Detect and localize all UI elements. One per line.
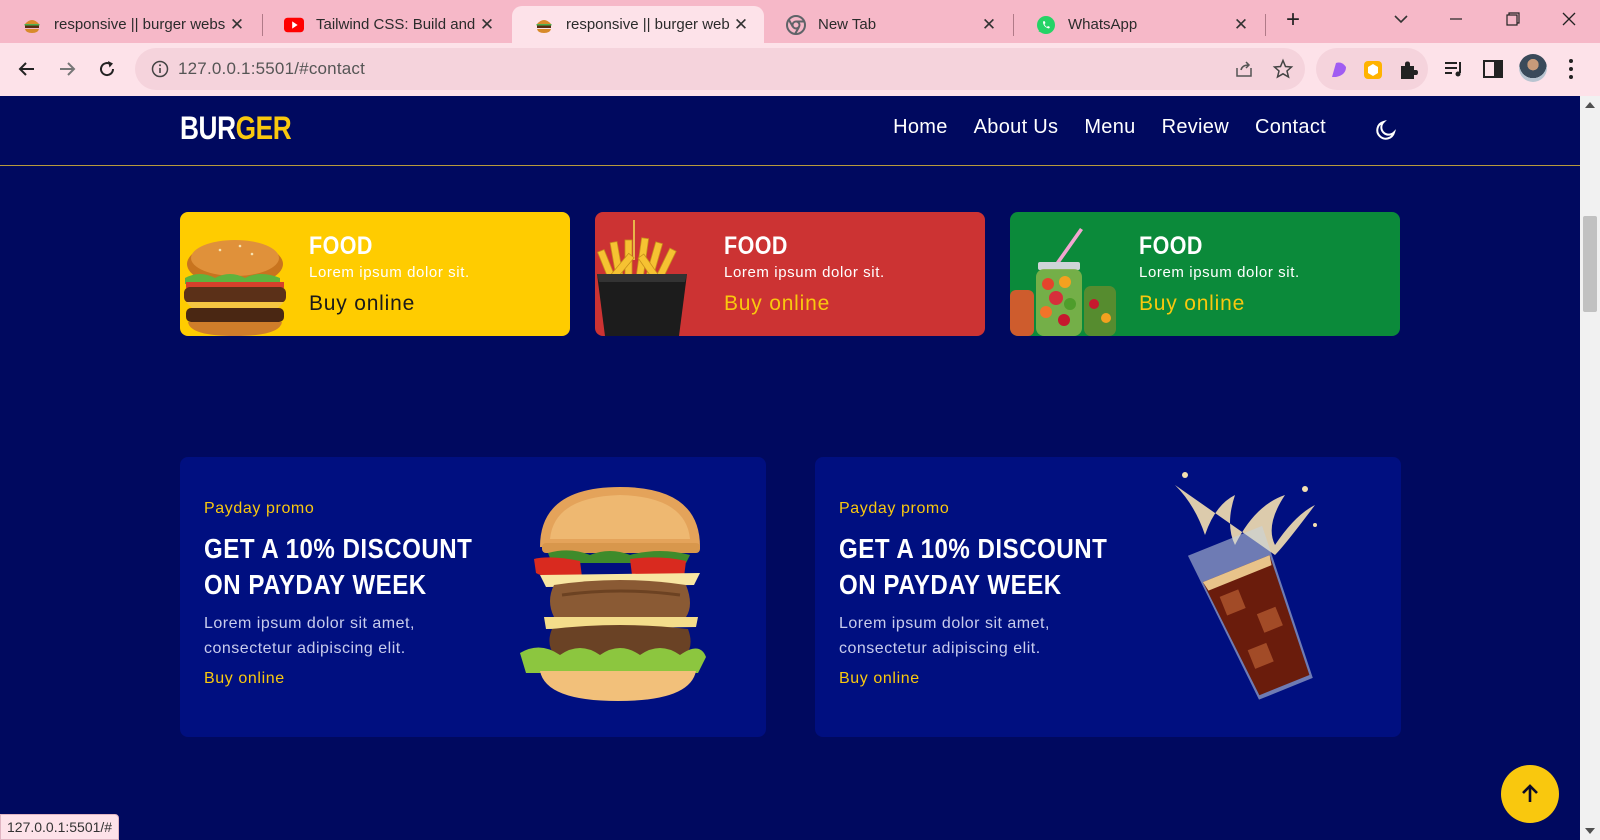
scroll-up-arrow-icon[interactable] [1585,102,1595,108]
cola-glass-image [1165,465,1335,710]
food-card-fries: FOOD Lorem ipsum dolor sit. Buy online [595,212,985,336]
close-icon[interactable]: ✕ [226,15,248,35]
site-info-icon[interactable] [151,60,169,83]
purple-extension-icon[interactable] [1328,59,1350,81]
buy-online-link[interactable]: Buy online [724,292,830,316]
tab-search-chevron-icon[interactable] [1390,8,1412,30]
browser-tab-4[interactable]: New Tab ✕ [764,6,1012,43]
youtube-icon [284,15,304,35]
minimize-button[interactable] [1433,4,1479,34]
food-card-subtitle: Lorem ipsum dolor sit. [309,264,470,281]
browser-tab-5[interactable]: WhatsApp ✕ [1014,6,1264,43]
address-bar[interactable]: 127.0.0.1:5501/#contact [135,48,1305,90]
orange-extension-icon[interactable] [1362,59,1384,81]
food-card-title: FOOD [724,232,788,260]
kebab-menu-icon[interactable] [1566,56,1576,82]
promo-eyebrow: Payday promo [204,500,315,517]
site-logo[interactable]: BURGER [180,110,292,147]
fruit-jars-image [1010,212,1125,336]
forward-arrow-icon[interactable] [53,55,81,83]
food-card-subtitle: Lorem ipsum dolor sit. [724,264,885,281]
stacked-burger-image [510,477,710,712]
fries-image [595,212,710,336]
whatsapp-icon [1036,15,1056,35]
close-icon[interactable]: ✕ [978,15,1000,35]
tab-title: New Tab [818,16,877,33]
restore-button[interactable] [1490,4,1536,34]
browser-tab-3-active[interactable]: responsive || burger webs ✕ [512,6,764,43]
scroll-to-top-button[interactable] [1501,765,1559,823]
nav-home[interactable]: Home [893,116,948,139]
chrome-icon [786,14,806,35]
back-arrow-icon[interactable] [13,55,41,83]
main-nav: Home About Us Menu Review Contact [893,116,1326,139]
browser-tab-strip: responsive || burger webs ✕ Tailwind CSS… [0,0,1600,43]
food-card-burger: FOOD Lorem ipsum dolor sit. Buy online [180,212,570,336]
promo-card-burger: Payday promo GET A 10% DISCOUNT ON PAYDA… [180,457,766,737]
buy-online-link[interactable]: Buy online [204,670,285,688]
buy-online-link[interactable]: Buy online [1139,292,1245,316]
new-tab-button[interactable]: + [1278,6,1308,36]
nav-review[interactable]: Review [1162,116,1229,139]
close-icon[interactable]: ✕ [476,15,498,35]
share-icon[interactable] [1233,58,1255,80]
browser-tab-1[interactable]: responsive || burger webs ✕ [0,6,260,43]
tab-divider [1265,14,1266,36]
food-card-title: FOOD [309,232,373,260]
webpage-viewport: BURGER Home About Us Menu Review Contact [0,96,1580,840]
url-text: 127.0.0.1:5501/#contact [178,59,366,78]
tab-title: responsive || burger webs [566,16,730,33]
food-card-fruit-jars: FOOD Lorem ipsum dolor sit. Buy online [1010,212,1400,336]
nav-about-us[interactable]: About Us [974,116,1059,139]
scroll-thumb[interactable] [1583,216,1597,312]
site-header: BURGER Home About Us Menu Review Contact [0,96,1580,166]
page-scrollbar[interactable] [1580,96,1600,840]
arrow-up-icon [1522,784,1538,802]
tab-title: WhatsApp [1068,16,1138,33]
nav-contact[interactable]: Contact [1255,116,1326,139]
close-icon[interactable]: ✕ [730,15,752,35]
food-card-subtitle: Lorem ipsum dolor sit. [1139,264,1300,281]
close-window-button[interactable] [1546,4,1592,34]
browser-tab-2[interactable]: Tailwind CSS: Build and De ✕ [262,6,510,43]
media-playlist-icon[interactable] [1443,58,1465,80]
food-card-title: FOOD [1139,232,1203,260]
promo-description: Lorem ipsum dolor sit amet, consectetur … [839,615,1050,657]
side-panel-icon[interactable] [1482,58,1504,80]
promo-heading: GET A 10% DISCOUNT ON PAYDAY WEEK [839,533,1108,600]
burger-image [180,212,295,336]
buy-online-link[interactable]: Buy online [839,670,920,688]
burger-favicon-icon [22,15,42,35]
profile-avatar[interactable] [1519,54,1547,82]
tab-title: Tailwind CSS: Build and De [316,16,476,33]
moon-icon[interactable] [1374,118,1398,142]
close-icon[interactable]: ✕ [1230,15,1252,35]
browser-toolbar: 127.0.0.1:5501/#contact [0,43,1600,96]
reload-icon[interactable] [93,55,121,83]
puzzle-extensions-icon[interactable] [1397,59,1419,81]
buy-online-link[interactable]: Buy online [309,292,415,316]
promo-description: Lorem ipsum dolor sit amet, consectetur … [204,615,415,657]
nav-menu[interactable]: Menu [1084,116,1135,139]
tab-title: responsive || burger webs [54,16,226,33]
extensions-pill [1316,48,1428,90]
promo-heading: GET A 10% DISCOUNT ON PAYDAY WEEK [204,533,473,600]
burger-favicon-icon [534,15,554,35]
promo-card-cola: Payday promo GET A 10% DISCOUNT ON PAYDA… [815,457,1401,737]
status-url-bubble: 127.0.0.1:5501/# [0,814,120,840]
scroll-down-arrow-icon[interactable] [1585,828,1595,834]
promo-eyebrow: Payday promo [839,500,950,517]
bookmark-star-icon[interactable] [1272,58,1294,80]
